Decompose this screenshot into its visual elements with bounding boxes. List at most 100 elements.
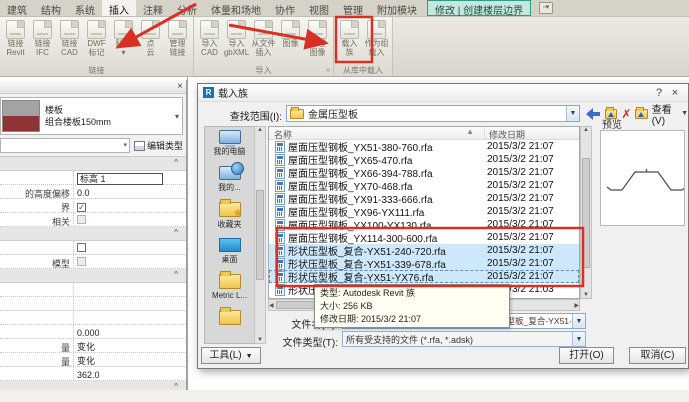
places-bar: 我的电脑我的... 收藏夹桌面 Metric L... (204, 126, 254, 344)
column-header-date[interactable]: 修改日期 (485, 127, 579, 140)
ribbon-button[interactable]: 图像 (277, 17, 304, 65)
ribbon-button[interactable]: 管理 图像 (304, 17, 331, 65)
chevron-down-icon: ▾ (123, 142, 127, 149)
level-input[interactable]: 标高 1 (77, 172, 163, 185)
property-value[interactable] (74, 255, 186, 268)
property-label (0, 367, 74, 380)
property-value[interactable] (74, 303, 186, 305)
places-item[interactable]: Metric L... (205, 271, 254, 307)
scroll-up-icon[interactable]: ▲ (257, 127, 263, 133)
ribbon-tab[interactable]: 分析 (170, 0, 204, 17)
property-row: 0.000 (0, 325, 186, 339)
property-value[interactable]: 变化 (74, 352, 186, 367)
ribbon-button[interactable]: 管理 链接 (164, 17, 191, 65)
scrollbar-thumb[interactable] (256, 190, 264, 280)
ribbon-tab[interactable]: 结构 (34, 0, 68, 17)
places-item-label: 我的... (218, 183, 241, 192)
rfa-file-icon (275, 257, 285, 270)
open-button[interactable]: 打开(O) (559, 347, 614, 364)
back-button[interactable] (586, 107, 601, 120)
collapse-chevron-icon[interactable]: ^ (174, 228, 178, 237)
property-value[interactable]: 变化 (74, 338, 186, 353)
ribbon-button[interactable]: 从文件 插入 (250, 17, 277, 65)
checkbox[interactable]: ✓ (77, 202, 86, 212)
file-date: 2015/3/2 21:07 (487, 219, 554, 230)
chevron-down-icon[interactable]: ▼ (572, 332, 585, 346)
ribbon-tab[interactable]: 协作 (268, 0, 302, 17)
places-item[interactable]: 桌面 (205, 235, 254, 271)
property-label (0, 311, 74, 324)
property-value[interactable]: ✓ (74, 200, 186, 212)
checkbox[interactable] (77, 215, 86, 224)
file-list-scrollbar[interactable]: ▲ ▼ (580, 126, 592, 299)
close-icon[interactable]: × (177, 81, 183, 92)
ribbon-options-button[interactable]: ▫▾ (539, 2, 554, 14)
ribbon-tab[interactable]: 注释 (136, 0, 170, 17)
property-row (0, 311, 186, 325)
collapse-chevron-icon[interactable]: ^ (174, 270, 178, 279)
scroll-left-icon[interactable]: ◀ (269, 302, 274, 309)
cancel-button[interactable]: 取消(C) (629, 347, 686, 364)
ribbon-tab[interactable]: 附加模块 (370, 0, 424, 17)
ribbon-button-icon (60, 20, 79, 39)
look-in-combo[interactable]: 金属压型板 ▼ (286, 105, 580, 122)
ribbon-tab[interactable]: 插入 (102, 0, 136, 17)
property-value[interactable]: 0.000 (74, 326, 186, 338)
file-date: 2015/3/2 21:07 (487, 167, 554, 178)
delete-button[interactable]: ✗ (621, 108, 631, 120)
ribbon-contextual-tab[interactable]: 修改 | 创建楼层边界 (427, 0, 532, 17)
ribbon-tab[interactable]: 系统 (68, 0, 102, 17)
collapse-chevron-icon[interactable]: ^ (174, 382, 178, 390)
file-tooltip: 类型: Autodesk Revit 族 大小: 256 KB 修改日期: 20… (314, 284, 510, 328)
ribbon-tab[interactable]: 管理 (336, 0, 370, 17)
places-item[interactable]: 收藏夹 (205, 199, 254, 235)
ribbon-tab[interactable]: 建筑 (0, 0, 34, 17)
property-row: 的高度偏移 0.0 (0, 185, 186, 199)
ribbon-button[interactable]: 贴花 ▾ (110, 17, 137, 65)
close-icon[interactable]: × (667, 87, 683, 99)
file-type-combo[interactable]: 所有受支持的文件 (*.rfa, *.adsk) ▼ (342, 331, 586, 347)
scroll-up-icon[interactable]: ▲ (583, 127, 589, 133)
ribbon-tab[interactable]: 视图 (302, 0, 336, 17)
property-value[interactable] (74, 213, 186, 226)
file-rows: 屋面压型钢板_YX51-380-760.rfa 2015/3/2 21:07 屋面压… (269, 140, 579, 297)
collapse-chevron-icon[interactable]: ^ (174, 158, 178, 167)
checkbox[interactable] (77, 257, 86, 266)
type-selector[interactable]: 楼板 组合楼板150mm ▾ (0, 97, 183, 135)
ribbon-button[interactable]: 导入 CAD (196, 17, 223, 65)
checkbox[interactable] (77, 243, 86, 252)
ribbon-button[interactable]: DWF 标记 (83, 17, 110, 65)
ribbon-button[interactable]: 链接 Revit (2, 17, 29, 65)
property-value[interactable]: 标高 1 (74, 171, 186, 185)
ribbon-button[interactable]: 作为组 载入 (363, 17, 390, 65)
tools-button[interactable]: 工具(L) ▼ (201, 347, 261, 364)
property-value[interactable] (74, 289, 186, 291)
property-value[interactable] (74, 317, 186, 319)
property-value[interactable]: 362.0 (74, 368, 186, 380)
scrollbar-thumb[interactable] (582, 157, 590, 268)
places-item[interactable]: 我的... (205, 162, 254, 199)
chevron-down-icon[interactable]: ▼ (566, 106, 579, 121)
sort-ascending-icon: ▲ (466, 127, 474, 136)
scroll-down-icon[interactable]: ▼ (583, 292, 589, 298)
scroll-right-icon[interactable]: ▶ (574, 302, 579, 309)
group-expander-icon[interactable]: » (326, 65, 330, 76)
places-scrollbar[interactable]: ▲ ▼ (254, 126, 266, 344)
ribbon-button[interactable]: 链接 IFC (29, 17, 56, 65)
view-menu-button[interactable]: 查看(V) ▼ (652, 101, 688, 127)
ribbon-button[interactable]: 点云 (137, 17, 164, 65)
property-value[interactable] (74, 241, 186, 254)
places-item[interactable]: 我的电脑 (205, 127, 254, 163)
edit-type-button[interactable]: 编辑类型 (133, 139, 183, 152)
chevron-down-icon[interactable]: ▼ (572, 314, 585, 328)
help-icon[interactable]: ? (651, 87, 667, 99)
ribbon-tab[interactable]: 体量和场地 (204, 0, 268, 17)
ribbon-button[interactable]: 链接 CAD (56, 17, 83, 65)
column-header-name[interactable]: 名称 ▲ (269, 127, 485, 140)
property-value[interactable]: 0.0 (74, 186, 186, 198)
ribbon-button[interactable]: 载入族 (336, 17, 363, 65)
new-folder-button[interactable] (635, 106, 648, 119)
ribbon-button[interactable]: 导入 gbXML (223, 17, 250, 65)
chevron-down-icon[interactable]: ▾ (175, 112, 179, 121)
element-filter-combo[interactable]: ▾ (0, 138, 130, 153)
